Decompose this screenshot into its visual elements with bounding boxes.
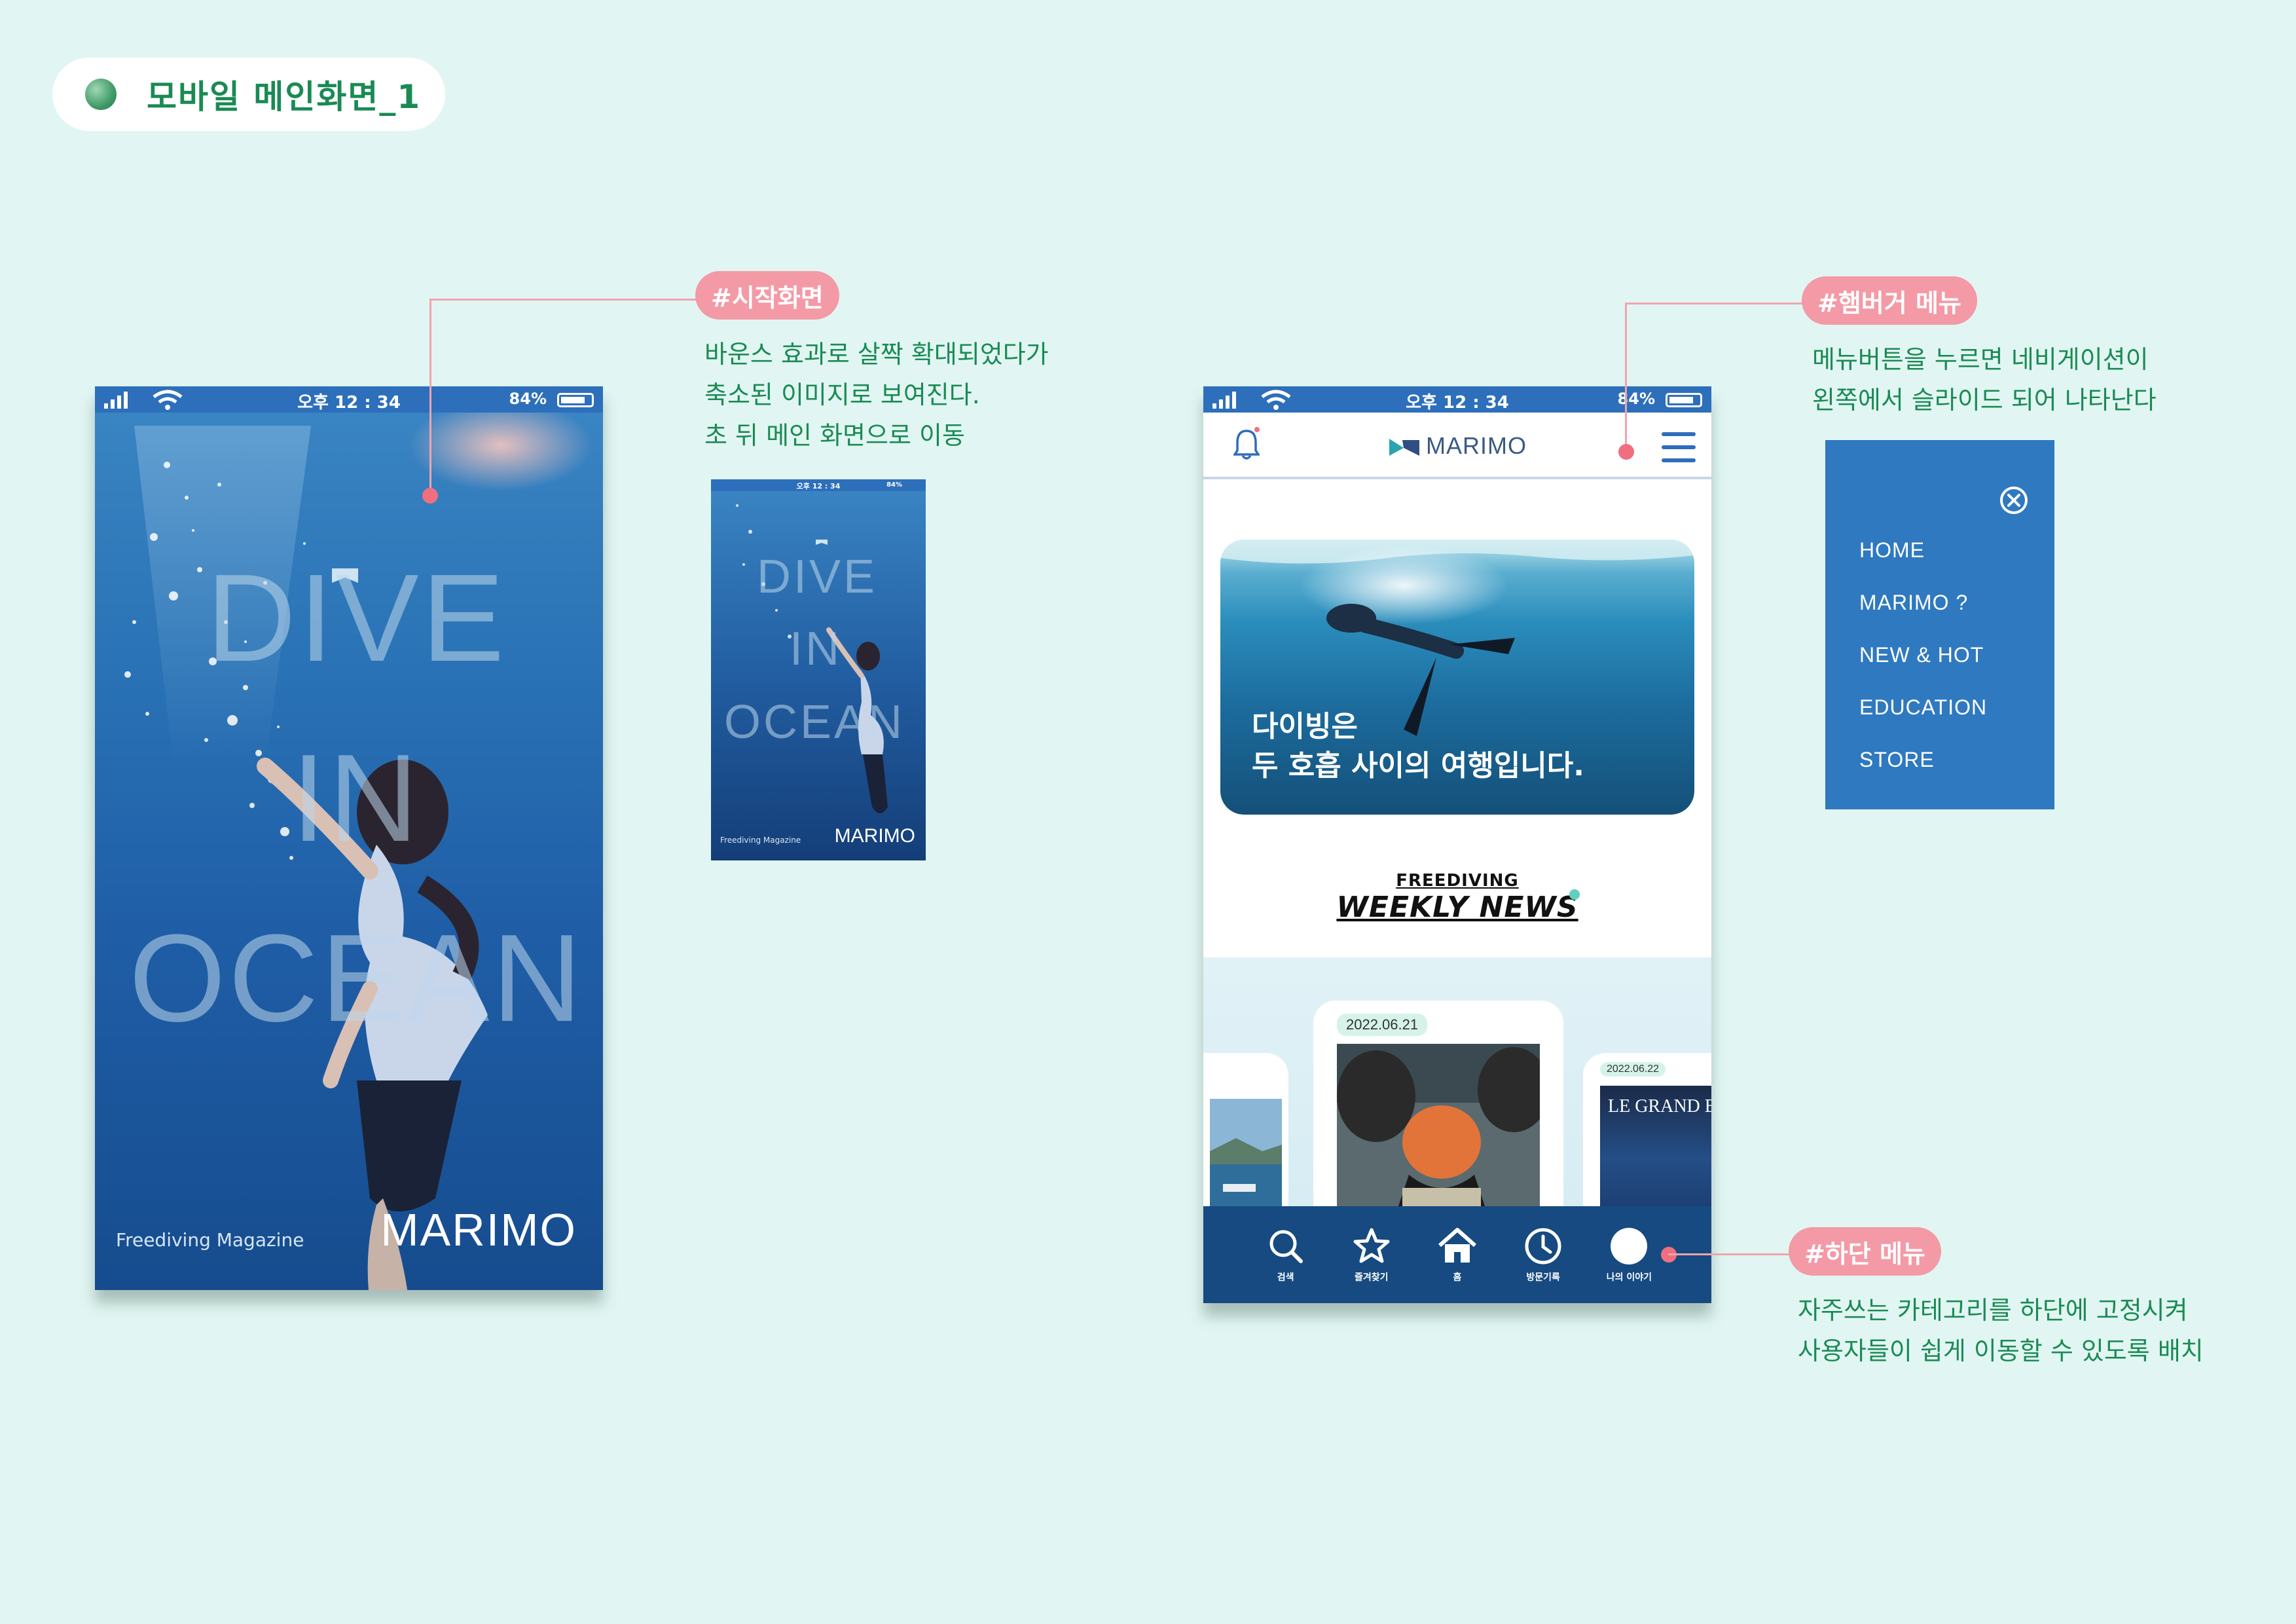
news-heading-big: WEEKLY NEWS bbox=[1336, 891, 1578, 924]
start-marker-dot bbox=[422, 488, 438, 504]
preview-word-ocean: OCEAN bbox=[724, 696, 905, 748]
news-card-image-text: LE GRAND B bbox=[1608, 1096, 1711, 1116]
hamburger-connector-vertical bbox=[1625, 303, 1627, 452]
bottom-menu-connector bbox=[1668, 1253, 1793, 1255]
side-menu-item-store[interactable]: STORE bbox=[1859, 733, 1987, 786]
hero-text: 다이빙은 두 호흡 사이의 여행입니다. bbox=[1252, 707, 1584, 786]
nav-label: 방문기록 bbox=[1526, 1272, 1560, 1283]
tag-start-screen: #시작화면 bbox=[695, 271, 839, 320]
news-card-image bbox=[1210, 1099, 1282, 1219]
side-menu-item-education[interactable]: EDUCATION bbox=[1859, 681, 1987, 733]
nav-home[interactable]: 홈 bbox=[1421, 1226, 1493, 1283]
hamburger-menu-icon[interactable] bbox=[1662, 432, 1696, 462]
status-bar: 오후 12 : 34 84% bbox=[95, 386, 603, 413]
news-heading-small: FREEDIVING bbox=[1396, 871, 1519, 891]
battery-percent: 84% bbox=[1617, 390, 1655, 408]
tag-bottom-menu: #하단 메뉴 bbox=[1789, 1227, 1941, 1276]
clock-icon bbox=[1525, 1228, 1561, 1264]
page-title-pill: 모바일 메인화면_1 bbox=[52, 58, 445, 131]
hero-line: 다이빙은 bbox=[1252, 710, 1358, 743]
hamburger-marker-dot bbox=[1618, 444, 1634, 460]
app-bar: MARIMO bbox=[1203, 413, 1711, 479]
marimo-logo-icon bbox=[1389, 439, 1419, 456]
hamburger-desc-line: 메뉴버튼을 누르면 네비게이션이 bbox=[1812, 345, 2149, 374]
news-card-image bbox=[1337, 1044, 1540, 1214]
splash-screen-preview: DIVE IN OCEAN 오후 12 : 34 84% Freediving … bbox=[711, 479, 926, 860]
app-logo-text: MARIMO bbox=[1426, 432, 1527, 459]
side-menu-item-new-hot[interactable]: NEW & HOT bbox=[1859, 629, 1987, 681]
news-card-date: 2022.06.22 bbox=[1600, 1062, 1666, 1077]
side-menu-item-home[interactable]: HOME bbox=[1859, 524, 1987, 576]
page-title: 모바일 메인화면_1 bbox=[147, 78, 422, 116]
news-card[interactable]: 2022.06.22 LE GRAND B bbox=[1583, 1053, 1711, 1219]
nav-label: 홈 bbox=[1453, 1272, 1462, 1283]
side-menu-item-marimo[interactable]: MARIMO ? bbox=[1859, 576, 1987, 629]
hero-banner[interactable]: 다이빙은 두 호흡 사이의 여행입니다. bbox=[1220, 540, 1694, 815]
globe-icon bbox=[85, 79, 117, 110]
battery-icon bbox=[557, 393, 594, 407]
start-desc-line: 초 뒤 메인 화면으로 이동 bbox=[704, 421, 965, 450]
profile-icon bbox=[1611, 1228, 1648, 1264]
app-logo[interactable]: MARIMO bbox=[1203, 432, 1711, 460]
nav-favorites[interactable]: 즐겨찾기 bbox=[1336, 1226, 1408, 1283]
nav-label: 즐겨찾기 bbox=[1355, 1272, 1389, 1283]
search-icon bbox=[1269, 1230, 1303, 1263]
splash-word-dive: DIVE bbox=[206, 549, 507, 688]
preview-brand-logo: MARIMO bbox=[834, 825, 915, 847]
magazine-label: Freediving Magazine bbox=[116, 1229, 304, 1251]
side-menu-list: HOME MARIMO ? NEW & HOT EDUCATION STORE bbox=[1859, 524, 1987, 786]
start-desc-line: 바운스 효과로 살짝 확대되었다가 bbox=[704, 340, 1049, 369]
nav-label: 검색 bbox=[1277, 1272, 1294, 1283]
news-carousel[interactable]: 2022.06.21 2022.06.22 LE GRAND B bbox=[1203, 957, 1711, 1219]
home-icon bbox=[1438, 1228, 1476, 1263]
hamburger-desc-line: 왼쪽에서 슬라이드 되어 나타난다 bbox=[1812, 386, 2157, 415]
start-description: 바운스 효과로 살짝 확대되었다가 축소된 이미지로 보여진다. 초 뒤 메인 … bbox=[704, 334, 1049, 456]
weekly-news-heading: FREEDIVING WEEKLY NEWS bbox=[1203, 871, 1711, 924]
bottom-menu-description: 자주쓰는 카테고리를 하단에 고정시켜 사용자들이 쉽게 이동할 수 있도록 배… bbox=[1798, 1290, 2204, 1371]
bottom-menu-desc-line: 사용자들이 쉽게 이동할 수 있도록 배치 bbox=[1798, 1337, 2204, 1365]
preview-magazine-label: Freediving Magazine bbox=[720, 836, 801, 845]
hamburger-description: 메뉴버튼을 누르면 네비게이션이 왼쪽에서 슬라이드 되어 나타난다 bbox=[1812, 339, 2157, 420]
news-card-image: LE GRAND B bbox=[1600, 1086, 1711, 1217]
start-desc-line: 축소된 이미지로 보여진다. bbox=[704, 380, 980, 409]
close-icon[interactable] bbox=[1998, 485, 2030, 516]
nav-my-story[interactable]: 나의 이야기 bbox=[1593, 1226, 1665, 1283]
start-connector-vertical bbox=[429, 299, 431, 495]
news-card[interactable] bbox=[1203, 1053, 1288, 1219]
splash-word-in: IN bbox=[291, 729, 421, 868]
side-navigation-menu: HOME MARIMO ? NEW & HOT EDUCATION STORE bbox=[1825, 440, 2054, 809]
preview-battery-percent: 84% bbox=[886, 481, 902, 489]
battery-percent: 84% bbox=[509, 390, 547, 408]
nav-search[interactable]: 검색 bbox=[1250, 1226, 1322, 1283]
nav-label: 나의 이야기 bbox=[1606, 1272, 1652, 1283]
news-card[interactable]: 2022.06.21 bbox=[1313, 1001, 1563, 1219]
news-accent-dot bbox=[1569, 889, 1580, 900]
splash-screen: DIVE IN OCEAN 오후 12 : 34 84% Freediving … bbox=[95, 386, 603, 1290]
tag-hamburger-menu: #햄버거 메뉴 bbox=[1802, 276, 1977, 325]
preview-word-dive: DIVE bbox=[757, 551, 878, 603]
start-connector-horizontal bbox=[429, 299, 699, 301]
preview-status-bar: 오후 12 : 34 84% bbox=[711, 479, 926, 491]
hamburger-connector-horizontal bbox=[1625, 303, 1806, 304]
bottom-menu-desc-line: 자주쓰는 카테고리를 하단에 고정시켜 bbox=[1798, 1296, 2188, 1325]
main-status-bar: 오후 12 : 34 84% bbox=[1203, 386, 1711, 413]
battery-icon bbox=[1666, 393, 1702, 407]
main-screen: 오후 12 : 34 84% MARIMO 다이빙은 두 호흡 사이의 여행입니… bbox=[1203, 386, 1711, 1303]
brand-logo: MARIMO bbox=[380, 1204, 577, 1255]
hero-line: 두 호흡 사이의 여행입니다. bbox=[1252, 749, 1584, 783]
news-card-date: 2022.06.21 bbox=[1337, 1014, 1428, 1036]
nav-history[interactable]: 방문기록 bbox=[1507, 1226, 1579, 1283]
splash-word-ocean: OCEAN bbox=[129, 909, 585, 1048]
star-icon bbox=[1353, 1228, 1390, 1263]
bottom-navigation: 검색 즐겨찾기 홈 방문기록 나의 이야기 bbox=[1203, 1206, 1711, 1303]
preview-word-in: IN bbox=[790, 623, 842, 675]
